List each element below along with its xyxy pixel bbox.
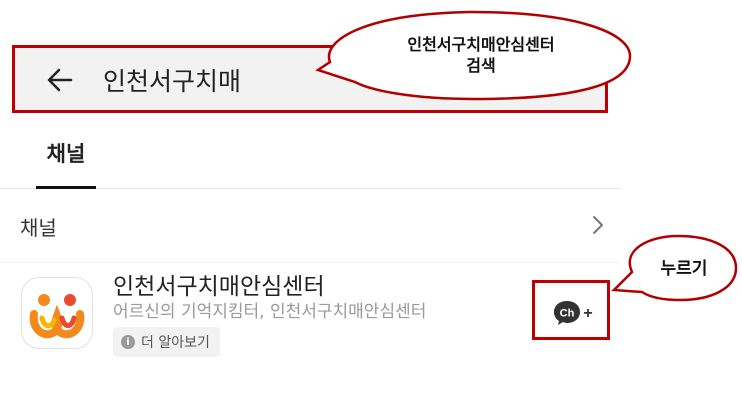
search-input[interactable]: 인천서구치매 [103, 62, 241, 98]
tab-channel[interactable]: 채널 [36, 130, 96, 189]
svg-text:인천서구치매안심센터: 인천서구치매안심센터 [407, 35, 554, 54]
channel-section-header[interactable]: 채널 [0, 200, 620, 252]
svg-text:+: + [583, 305, 592, 322]
svg-text:Ch: Ch [560, 308, 575, 320]
chevron-right-icon [593, 216, 603, 234]
section-title: 채널 [20, 216, 57, 240]
info-icon: i [121, 335, 135, 349]
add-channel-button[interactable]: Ch + [532, 280, 610, 340]
channel-description: 어르신의 기억지킴터, 인천서구치매안심센터 [113, 302, 427, 322]
center-logo [21, 277, 93, 349]
back-arrow-icon[interactable] [45, 65, 75, 95]
tab-bar: 채널 [0, 130, 620, 189]
svg-text:검색: 검색 [466, 56, 495, 75]
press-callout: 누르기 [611, 234, 738, 302]
svg-text:누르기: 누르기 [661, 259, 708, 279]
learn-more-label: 더 알아보기 [141, 335, 210, 351]
search-callout: 인천서구치매안심센터 검색 [315, 10, 632, 101]
channel-add-icon: Ch + [554, 301, 593, 325]
learn-more-button[interactable]: i 더 알아보기 [113, 327, 220, 357]
channel-name: 인천서구치매안심센터 [113, 274, 325, 300]
channel-result-row[interactable]: 인천서구치매안심센터 어르신의 기억지킴터, 인천서구치매안심센터 i 더 알아… [0, 262, 620, 363]
